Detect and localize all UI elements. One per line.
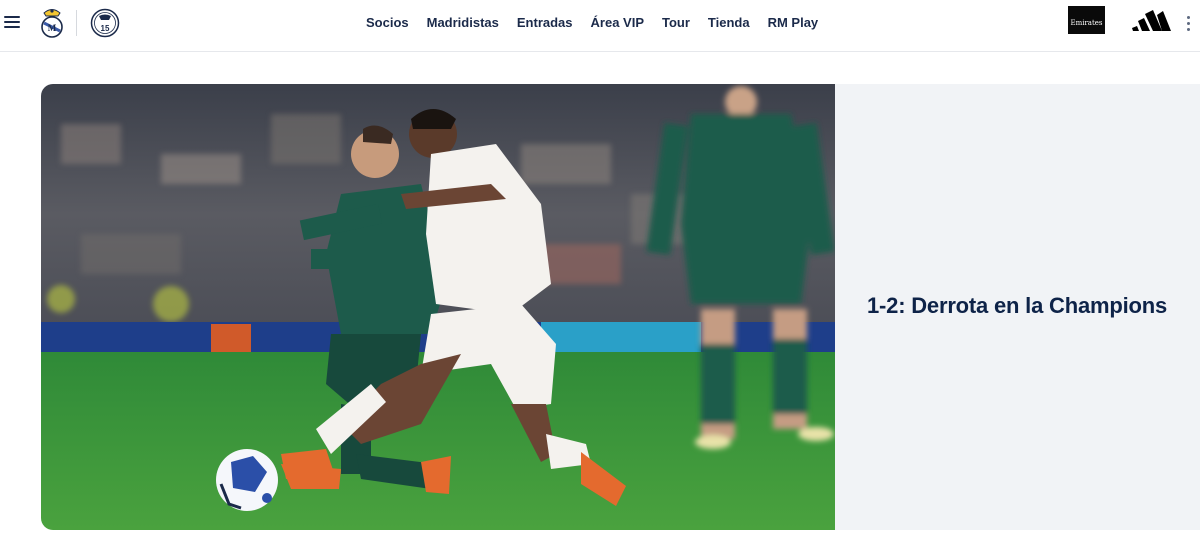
nav-item-socios[interactable]: Socios [366,14,409,32]
hero-news-card[interactable]: 1-2: Derrota en la Champions [41,84,1200,530]
nav-item-entradas[interactable]: Entradas [517,14,573,32]
fifteen-champions-badge-icon[interactable]: 15 [90,8,120,38]
hamburger-menu-icon[interactable] [3,13,21,31]
svg-text:M: M [48,23,57,33]
sponsor-text: Emirates [1070,19,1103,27]
hero-headline[interactable]: 1-2: Derrota en la Champions [867,290,1200,322]
site-header: M 15 Socios Madridistas Entradas Área VI… [0,0,1200,52]
nav-item-rm-play[interactable]: RM Play [768,14,819,32]
nav-item-tour[interactable]: Tour [662,14,690,32]
kebab-more-icon[interactable] [1186,14,1192,32]
match-photo [41,84,835,530]
nav-item-area-vip[interactable]: Área VIP [591,14,644,32]
adidas-logo-icon[interactable] [1132,9,1172,33]
emirates-logo-icon[interactable]: Emirates [1068,6,1105,34]
badge-number: 15 [101,24,110,33]
main-navigation: Socios Madridistas Entradas Área VIP Tou… [366,14,836,32]
real-madrid-crest-icon[interactable]: M [39,5,65,39]
nav-item-madridistas[interactable]: Madridistas [427,14,499,32]
header-divider [76,10,77,36]
nav-item-tienda[interactable]: Tienda [708,14,750,32]
